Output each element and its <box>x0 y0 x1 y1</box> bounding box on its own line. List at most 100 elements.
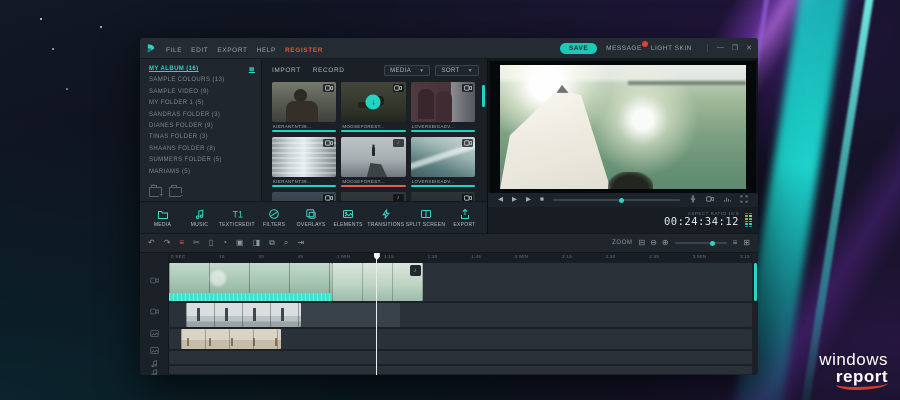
album-item[interactable]: MY FOLDER 1 (5) <box>149 98 261 109</box>
marker-button[interactable]: ⧉ <box>269 239 275 247</box>
preview-progress-bar[interactable] <box>552 197 680 203</box>
render-button[interactable]: ≡ <box>179 239 184 247</box>
video-preview[interactable] <box>490 61 756 193</box>
media-thumbnail[interactable] <box>410 137 475 177</box>
tab-transitions[interactable]: TRANSITIONS <box>367 208 404 228</box>
snapshot-button[interactable] <box>706 195 714 206</box>
menu-item-register[interactable]: REGISTER <box>285 47 323 54</box>
menu-item-export[interactable]: EXPORT <box>217 47 247 54</box>
album-item[interactable]: SANDRAS FOLDER (3) <box>149 110 261 121</box>
media-thumbnail[interactable] <box>272 192 337 201</box>
album-item[interactable]: MY ALBUM (16) ≣ <box>149 64 261 75</box>
record-button[interactable]: RECORD <box>313 67 345 74</box>
progress-thumb[interactable] <box>619 197 624 203</box>
media-thumbnail[interactable] <box>272 137 337 177</box>
track-head-music-5[interactable] <box>140 368 168 375</box>
tab-filters[interactable]: FILTERS <box>258 208 291 228</box>
advanced-edit-button[interactable]: ⌕ <box>284 239 288 247</box>
next-frame-button[interactable]: ▶ <box>512 196 517 204</box>
play-button[interactable]: ▶ <box>526 196 531 204</box>
album-item[interactable]: SAMPLE COLOURS (13) <box>149 75 261 86</box>
crop-button[interactable]: ▣ <box>236 239 244 247</box>
delete-button[interactable]: ▯ <box>209 239 213 247</box>
speed-button[interactable]: ◔ <box>222 239 227 247</box>
media-scrollbar[interactable] <box>482 85 485 107</box>
menu-item-help[interactable]: HELP <box>257 47 276 54</box>
cut-button[interactable]: ✂ <box>193 239 200 247</box>
fullscreen-button[interactable] <box>740 195 748 206</box>
zoom-fit-button[interactable]: ⊟ <box>639 239 646 247</box>
timeline-clip[interactable] <box>185 303 302 327</box>
manage-tracks-button[interactable]: ≡ <box>733 239 738 247</box>
levels-button[interactable] <box>723 195 731 206</box>
screen-mode-button[interactable]: ⊞ <box>743 239 750 247</box>
timeline-clip[interactable]: ♪ <box>332 263 423 301</box>
tab-text-credit[interactable]: T1 TEXT/CREDIT <box>219 208 255 228</box>
redo-button[interactable]: ↷ <box>164 239 171 247</box>
timeline-ruler[interactable]: 0 SEC 15 30 45 1 MIN 1:15 1:30 1:45 2 MIN 2:15 2:3… <box>169 253 752 263</box>
minimize-button[interactable]: — <box>717 44 724 52</box>
tab-media[interactable]: MEDIA <box>146 208 179 228</box>
timeline-track[interactable] <box>169 366 752 374</box>
zoom-in-button[interactable]: ⊕ <box>662 239 669 247</box>
album-item[interactable]: TINAS FOLDER (3) <box>149 132 261 143</box>
media-clip-item[interactable] <box>410 192 475 201</box>
tab-export[interactable]: EXPORT <box>448 208 481 228</box>
album-item[interactable]: SUMMERS FOLDER (5) <box>149 155 261 166</box>
import-button[interactable]: IMPORT <box>272 67 301 74</box>
sort-select[interactable]: SORT ▼ <box>435 65 479 76</box>
album-item[interactable]: SHAANS FOLDER (8) <box>149 144 261 155</box>
save-button[interactable]: SAVE <box>559 42 598 54</box>
media-clip-item[interactable]: LOVERSBIGADV... <box>410 137 475 187</box>
media-clip-item[interactable]: KIERANTNT39... <box>272 82 337 132</box>
track-head-video-0[interactable] <box>140 263 168 298</box>
timeline-track[interactable] <box>169 329 752 349</box>
track-head-image-2[interactable] <box>140 324 168 343</box>
album-item[interactable]: DIANES FOLDER (9) <box>149 121 261 132</box>
list-view-icon[interactable]: ≣ <box>249 64 255 75</box>
track-head-image-3[interactable] <box>140 345 168 357</box>
menu-item-edit[interactable]: EDIT <box>191 47 208 54</box>
delete-album-button[interactable]: - <box>169 185 183 200</box>
menu-item-file[interactable]: FILE <box>166 47 182 54</box>
mic-button[interactable] <box>689 195 697 206</box>
media-thumbnail[interactable]: ♪ <box>341 192 406 201</box>
media-thumbnail[interactable] <box>410 192 475 201</box>
export-frame-button[interactable]: ⇥ <box>297 239 304 247</box>
album-item[interactable]: SAMPLE VIDEO (9) <box>149 87 261 98</box>
media-clip-item[interactable]: KIERANTNT39... <box>272 137 337 187</box>
timeline-scrollbar[interactable] <box>754 263 757 301</box>
timeline-track[interactable] <box>169 351 752 364</box>
playhead[interactable] <box>376 253 378 375</box>
timeline-tracks-area[interactable]: 0 SEC 15 30 45 1 MIN 1:15 1:30 1:45 2 MIN 2:15 2:3… <box>169 253 758 375</box>
media-clip-item[interactable]: ♪ <box>341 192 406 201</box>
media-clip-item[interactable] <box>272 192 337 201</box>
tab-elements[interactable]: ELEMENTS <box>332 208 365 228</box>
zoom-out-button[interactable]: ⊖ <box>650 239 657 247</box>
timeline-track[interactable]: ♪ <box>169 263 752 301</box>
message-button[interactable]: MESSAGE <box>606 40 648 52</box>
media-clip-item[interactable]: LOVERSBIGADV... <box>410 82 475 132</box>
media-thumbnail[interactable] <box>272 82 337 122</box>
previous-frame-button[interactable]: ◀ <box>498 196 503 204</box>
timeline-clip[interactable] <box>301 303 401 327</box>
track-head-video-1[interactable] <box>140 300 168 322</box>
tab-overlays[interactable]: OVERLAYS <box>295 208 328 228</box>
snapshot-button[interactable]: ◨ <box>253 239 261 247</box>
timeline-track[interactable] <box>169 303 752 327</box>
add-album-button[interactable]: + <box>149 185 163 200</box>
download-icon[interactable]: ↓ <box>365 94 381 110</box>
light-skin-button[interactable]: LIGHT SKIN <box>651 45 692 52</box>
undo-button[interactable]: ↶ <box>148 239 155 247</box>
stop-button[interactable]: ■ <box>540 196 544 204</box>
media-thumbnail[interactable]: ♪ <box>341 137 406 177</box>
tab-split-screen[interactable]: SPLIT SCREEN <box>406 208 445 228</box>
album-item[interactable]: MARIAMS (5) <box>149 167 261 178</box>
track-head-music-4[interactable] <box>140 359 168 367</box>
media-thumbnail[interactable] <box>410 82 475 122</box>
media-clip-item[interactable]: ♪ MOOSEFOREST... <box>341 137 406 187</box>
timeline-clip[interactable] <box>180 329 281 349</box>
media-clip-item[interactable]: ↓ MOOSEFOREST... <box>341 82 406 132</box>
tab-music[interactable]: MUSIC <box>183 208 216 228</box>
media-type-select[interactable]: MEDIA ▼ <box>384 65 431 76</box>
